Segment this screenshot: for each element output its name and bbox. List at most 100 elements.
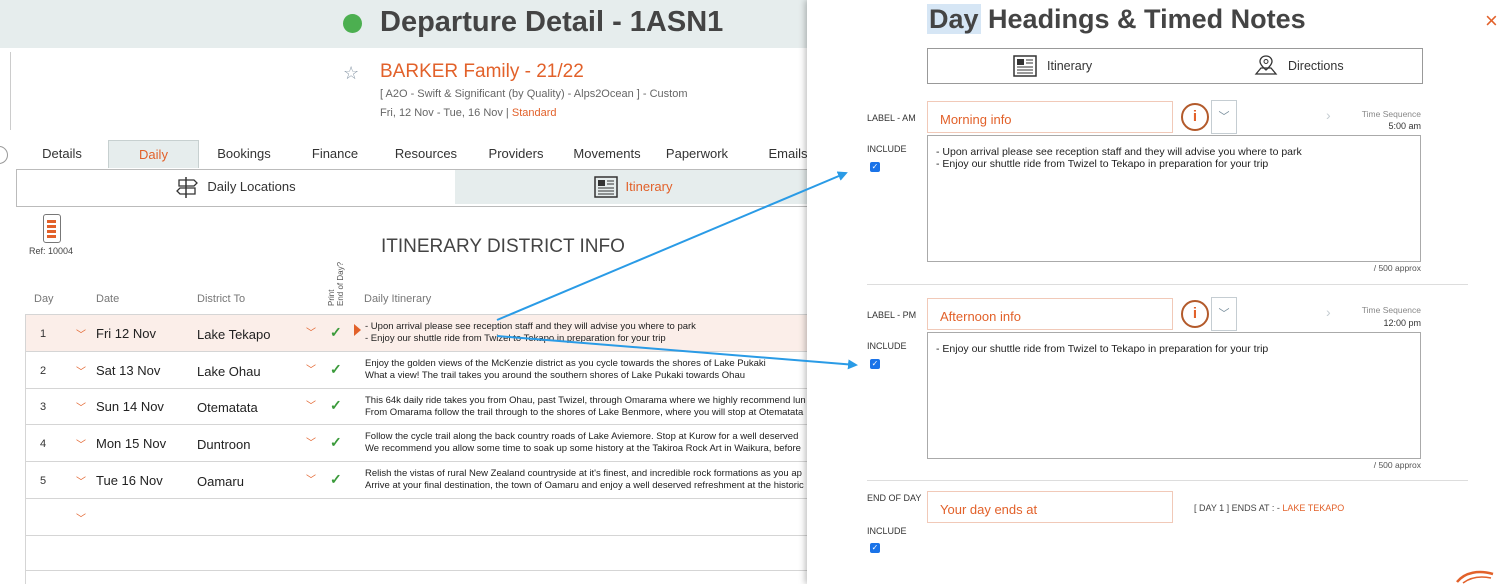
left-edge-divider <box>0 52 11 130</box>
reference-number: Ref: 10004 <box>29 246 74 256</box>
booking-product: [ A2O - Swift & Significant (by Quality)… <box>380 88 688 100</box>
tab-resources[interactable]: Resources <box>384 140 468 167</box>
include-label: INCLUDE <box>867 144 907 154</box>
tab-emails[interactable]: Emails <box>758 140 810 167</box>
row-itinerary-line: Arrive at your final destination, the to… <box>365 480 804 491</box>
end-of-day-input[interactable]: Your day ends at <box>927 491 1173 523</box>
table-row[interactable]: 4 ﹀ Mon 15 Nov Duntroon ﹀ ✓ Follow the c… <box>25 424 810 461</box>
check-icon[interactable]: ✓ <box>330 361 342 378</box>
pm-notes-textarea[interactable]: - Enjoy our shuttle ride from Twizel to … <box>927 332 1421 459</box>
check-icon[interactable]: ✓ <box>330 324 342 341</box>
status-dot <box>343 14 362 33</box>
booking-family: BARKER Family - 21/22 <box>380 61 584 82</box>
row-itinerary-line: Follow the cycle trail along the back co… <box>365 431 799 442</box>
selected-marker-icon <box>354 324 361 336</box>
row-itinerary-line: From Omarama follow the trail through to… <box>365 407 804 418</box>
chevron-down-icon[interactable]: ﹀ <box>1211 297 1237 331</box>
row-district: Duntroon <box>197 437 251 452</box>
directions-toggle-button[interactable]: Directions <box>1254 49 1344 83</box>
table-row-empty <box>25 570 810 584</box>
row-itinerary: - Upon arrival please see reception staf… <box>365 321 696 345</box>
info-icon[interactable]: i <box>1181 103 1209 131</box>
chevron-down-icon[interactable]: ﹀ <box>76 399 86 414</box>
phone-icon[interactable] <box>43 214 61 243</box>
table-row[interactable]: 2 ﹀ Sat 13 Nov Lake Ohau ﹀ ✓ Enjoy the g… <box>25 351 810 388</box>
tab-finance[interactable]: Finance <box>296 140 374 167</box>
chevron-down-icon[interactable]: ﹀ <box>76 436 86 451</box>
day-ends-at-prefix: [ DAY 1 ] ENDS AT : - <box>1194 503 1280 513</box>
time-sequence-label: Time Sequence <box>1361 109 1421 119</box>
row-date: Tue 16 Nov <box>96 473 163 488</box>
star-icon[interactable]: ☆ <box>343 63 359 84</box>
day-ends-at-info: [ DAY 1 ] ENDS AT : - LAKE TEKAPO <box>1194 503 1344 513</box>
time-sequence-value[interactable]: 5:00 am <box>1353 121 1421 131</box>
itinerary-directions-toggle: Itinerary Directions <box>927 48 1423 84</box>
chevron-down-icon[interactable]: ﹀ <box>306 361 316 376</box>
include-checkbox[interactable]: ✓ <box>870 162 880 172</box>
time-sequence-value[interactable]: 12:00 pm <box>1353 318 1421 328</box>
label-pm-input[interactable]: Afternoon info <box>927 298 1173 330</box>
departure-detail-page: Departure Detail - 1ASN1 ☆ BARKER Family… <box>0 0 810 584</box>
table-row[interactable]: 1 ﹀ Fri 12 Nov Lake Tekapo ﹀ ✓ - Upon ar… <box>25 314 810 351</box>
standard-badge[interactable]: Standard <box>512 107 557 119</box>
row-itinerary-line: This 64k daily ride takes you from Ohau,… <box>365 395 806 406</box>
panel-title: Day Headings & Timed Notes <box>927 4 1306 35</box>
chevron-right-icon[interactable]: › <box>1326 107 1331 123</box>
end-of-day-label: END OF DAY <box>867 493 922 503</box>
row-itinerary-line: - Enjoy our shuttle ride from Twizel to … <box>365 333 666 344</box>
row-day: 2 <box>40 365 47 377</box>
table-row-empty[interactable]: ﹀ <box>25 498 810 535</box>
col-print-end-of-day: Print End of Day? <box>320 262 356 306</box>
chevron-down-icon[interactable]: ﹀ <box>1211 100 1237 134</box>
table-row[interactable]: 5 ﹀ Tue 16 Nov Oamaru ﹀ ✓ Relish the vis… <box>25 461 810 498</box>
include-checkbox[interactable]: ✓ <box>870 543 880 553</box>
collapse-handle-icon[interactable] <box>0 146 8 164</box>
chevron-down-icon[interactable]: ﹀ <box>306 397 316 412</box>
panel-title-rest: Headings & Timed Notes <box>980 4 1306 34</box>
info-icon[interactable]: i <box>1181 300 1209 328</box>
col-district: District To <box>197 293 246 305</box>
chevron-down-icon[interactable]: ﹀ <box>306 434 316 449</box>
row-date: Sun 14 Nov <box>96 399 164 414</box>
signpost-icon <box>176 177 199 198</box>
table-row[interactable]: 3 ﹀ Sun 14 Nov Otematata ﹀ ✓ This 64k da… <box>25 388 810 425</box>
am-notes-textarea[interactable]: - Upon arrival please see reception staf… <box>927 135 1421 262</box>
include-checkbox[interactable]: ✓ <box>870 359 880 369</box>
row-district: Lake Tekapo <box>197 327 271 342</box>
include-label: INCLUDE <box>867 341 907 351</box>
row-date: Mon 15 Nov <box>96 436 167 451</box>
chevron-down-icon[interactable]: ﹀ <box>306 471 316 486</box>
row-itinerary-line: - Upon arrival please see reception staf… <box>365 321 696 332</box>
tab-paperwork[interactable]: Paperwork <box>658 140 736 167</box>
row-date: Sat 13 Nov <box>96 363 161 378</box>
row-itinerary: Relish the vistas of rural New Zealand c… <box>365 468 804 492</box>
tab-daily[interactable]: Daily <box>108 140 199 168</box>
row-itinerary-line: We recommend you allow some time to soak… <box>365 443 801 454</box>
chevron-down-icon[interactable]: ﹀ <box>76 363 86 378</box>
chevron-down-icon[interactable]: ﹀ <box>76 510 86 525</box>
subtab-itinerary[interactable]: Itinerary <box>455 170 810 204</box>
chevron-down-icon[interactable]: ﹀ <box>306 324 316 339</box>
row-date: Fri 12 Nov <box>96 326 156 341</box>
itinerary-toggle-button[interactable]: Itinerary <box>1013 49 1092 83</box>
row-itinerary: This 64k daily ride takes you from Ohau,… <box>365 395 806 419</box>
check-icon[interactable]: ✓ <box>330 471 342 488</box>
subtab-daily-locations[interactable]: Daily Locations <box>17 170 454 204</box>
tab-details[interactable]: Details <box>26 140 98 167</box>
row-district: Otematata <box>197 400 258 415</box>
chevron-down-icon[interactable]: ﹀ <box>76 326 86 341</box>
chevron-right-icon[interactable]: › <box>1326 304 1331 320</box>
tab-providers[interactable]: Providers <box>478 140 554 167</box>
tab-bookings[interactable]: Bookings <box>204 140 284 167</box>
district-info-title: ITINERARY DISTRICT INFO <box>381 236 625 257</box>
close-icon[interactable]: × <box>1485 8 1498 34</box>
check-icon[interactable]: ✓ <box>330 397 342 414</box>
main-tabs: Details Daily Bookings Finance Resources… <box>16 140 810 168</box>
table-left-border <box>25 314 26 584</box>
newspaper-icon <box>593 176 618 198</box>
chevron-down-icon[interactable]: ﹀ <box>76 473 86 488</box>
time-sequence-label: Time Sequence <box>1361 305 1421 315</box>
label-am-input[interactable]: Morning info <box>927 101 1173 133</box>
tab-movements[interactable]: Movements <box>565 140 649 167</box>
check-icon[interactable]: ✓ <box>330 434 342 451</box>
